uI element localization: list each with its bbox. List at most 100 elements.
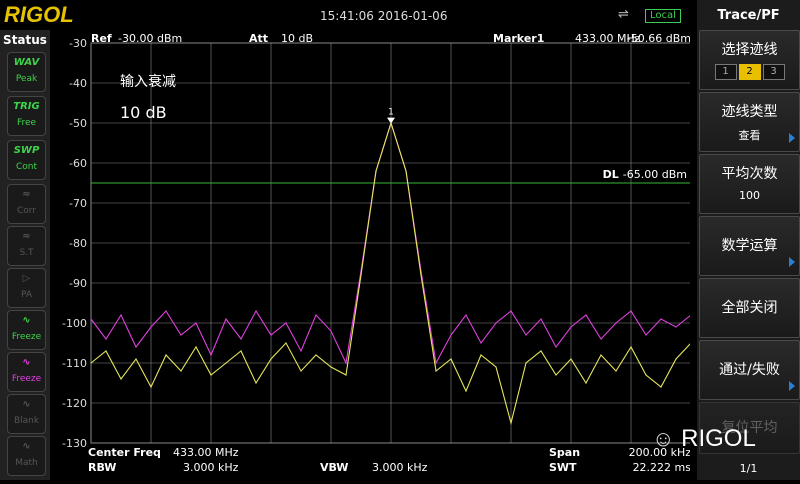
ref-label: Ref [91, 32, 112, 45]
softkey-label: 通过/失败 [719, 362, 780, 378]
status-label: Blank [13, 416, 40, 426]
trace-point [345, 362, 347, 364]
trace-point [570, 326, 572, 328]
trace-point [675, 358, 677, 360]
status-pa-indicator: ▷ PA [7, 268, 46, 308]
status-icon: WAV [13, 57, 40, 68]
trace-option-3[interactable]: 3 [762, 64, 785, 80]
status-peak-indicator: WAV Peak [7, 52, 46, 92]
trace-point [345, 374, 347, 376]
status-label: Corr [16, 206, 37, 216]
att-value: 10 dB [281, 32, 313, 45]
status-icon: ∿ [22, 399, 31, 410]
y-tick-label: -70 [69, 197, 87, 210]
status-icon: ∿ [22, 357, 31, 368]
trace-point [165, 310, 167, 312]
trace-point [285, 342, 287, 344]
datetime: 15:41:06 2016-01-06 [320, 9, 448, 23]
trace-point [240, 350, 242, 352]
trace-option-2[interactable]: 2 [738, 64, 761, 80]
y-tick-label: -60 [69, 157, 87, 170]
softkey-pass-fail[interactable]: 通过/失败 [699, 340, 800, 400]
trace-point [255, 382, 257, 384]
trace-point [570, 358, 572, 360]
trace-point [600, 338, 602, 340]
trace-point [630, 310, 632, 312]
trace-point [675, 326, 677, 328]
status-icon: ∿ [22, 441, 31, 452]
status-free-indicator: TRIG Free [7, 96, 46, 136]
att-label: Att [249, 32, 268, 45]
rbw-label: RBW [88, 461, 116, 474]
trace-point [615, 370, 617, 372]
status-icon: ∿ [22, 315, 31, 326]
y-tick-label: -110 [62, 357, 87, 370]
span-label: Span [549, 446, 580, 459]
trace-point [480, 354, 482, 356]
spectrum-plot: -30-40-50-60-70-80-90-100-110-120-130DL -… [62, 32, 692, 474]
softkey-math[interactable]: 数学运算 [699, 216, 800, 276]
y-tick-label: -120 [62, 397, 87, 410]
watermark-text: RIGOL [681, 425, 756, 452]
status-icon: ≈ [22, 231, 31, 242]
trace-point [660, 386, 662, 388]
trace-point [90, 318, 92, 320]
status-title: Status [3, 33, 47, 47]
y-tick-label: -130 [62, 437, 87, 450]
dl-value: -65.00 dBm [623, 168, 687, 181]
trace-point [660, 318, 662, 320]
trace-point [300, 370, 302, 372]
trace-point [555, 346, 557, 348]
y-tick-label: -40 [69, 77, 87, 90]
trace-point [135, 358, 137, 360]
trace-point [180, 334, 182, 336]
trace-point [555, 374, 557, 376]
softkey-value: 100 [739, 189, 760, 202]
trace-point [495, 366, 497, 368]
trace-point [195, 322, 197, 324]
trace-point [600, 354, 602, 356]
trace-point [585, 382, 587, 384]
marker-amp: -50.66 dBm [627, 32, 690, 45]
status-icon: ≈ [22, 189, 31, 200]
rbw-value: 3.000 kHz [183, 461, 239, 474]
softkey-all-off[interactable]: 全部关闭 [699, 278, 800, 338]
status-freeze-indicator: ∿ Freeze [7, 352, 46, 392]
local-badge[interactable]: Local [645, 9, 681, 23]
status-label: Peak [15, 74, 38, 84]
trace-point [105, 338, 107, 340]
trace-point [420, 274, 422, 276]
trace-point [195, 346, 197, 348]
status-label: Cont [15, 162, 38, 172]
softkey-label: 平均次数 [721, 166, 778, 182]
page-indicator: 1/1 [739, 462, 758, 475]
y-tick-label: -50 [69, 117, 87, 130]
spectrum-display: -30 -40 -50 -60 -70 -80 -90 -100 -110 -120 -130 DL -… [50, 30, 692, 480]
softkey-trace-type[interactable]: 迹线类型 查看 [699, 92, 800, 152]
status-corr-indicator: ≈ Corr [7, 184, 46, 224]
trace-option-1[interactable]: 1 [714, 64, 737, 80]
status-label: Freeze [11, 332, 42, 342]
trace-point [210, 354, 212, 356]
trace-point [510, 422, 512, 424]
status-icon: ▷ [22, 273, 31, 284]
center-freq-value: 433.00 MHz [173, 446, 239, 459]
trace-point [165, 354, 167, 356]
trace-point [120, 378, 122, 380]
dl-label: DL [603, 168, 619, 181]
trace-point [135, 346, 137, 348]
trace-1-frozen [90, 121, 692, 426]
softkey-select-trace[interactable]: 选择迹线 123 [699, 30, 800, 90]
trace-point [360, 274, 362, 276]
trace-point [225, 362, 227, 364]
status-s.t-indicator: ≈ S.T [7, 226, 46, 266]
status-label: Freeze [11, 374, 42, 384]
trace-point [150, 326, 152, 328]
status-label: Math [15, 458, 38, 468]
y-tick-label: -100 [62, 317, 87, 330]
trace-point [615, 322, 617, 324]
softkey-average-count[interactable]: 平均次数 100 [699, 154, 800, 214]
marker-label: Marker1 [493, 32, 544, 45]
brand-logo: RIGOL [4, 2, 74, 27]
trace-point [465, 314, 467, 316]
